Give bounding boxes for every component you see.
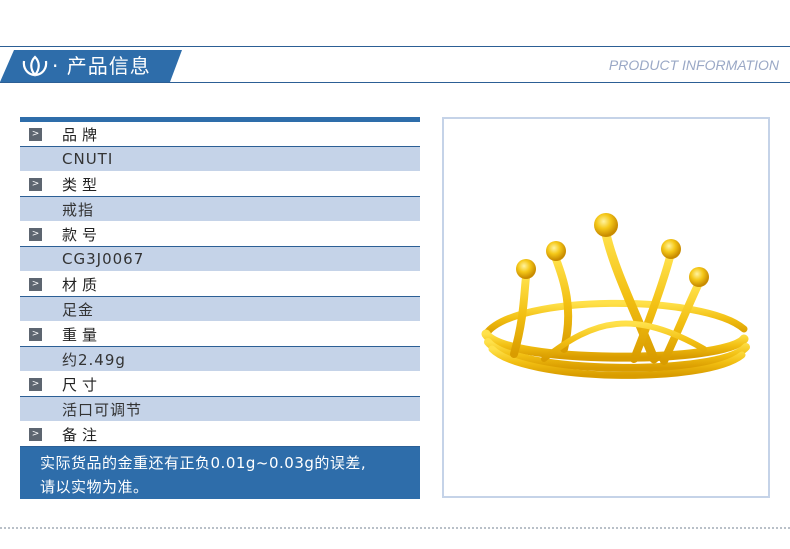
table-row-size-value: 活口可调节 <box>20 397 420 422</box>
note-line: 请以实物为准。 <box>40 478 149 496</box>
table-row-model-value: CG3J0067 <box>20 247 420 272</box>
row-label: 材质 <box>62 275 103 294</box>
section-title: · 产品信息 <box>52 54 151 78</box>
table-row-brand-value: CNUTI <box>20 147 420 172</box>
note-line: 实际货品的金重还有正负0.01g~0.03g的误差, <box>40 454 367 472</box>
product-info-table: > 品牌 CNUTI > 类型 戒指 > 款号 CG3J0067 > 材质 足金… <box>20 117 420 499</box>
row-label: 类型 <box>62 175 103 194</box>
section-title-english: PRODUCT INFORMATION <box>608 57 779 73</box>
note-text-block: 实际货品的金重还有正负0.01g~0.03g的误差, 请以实物为准。 <box>20 447 420 499</box>
row-value: 约2.49g <box>62 350 126 369</box>
header-top-rule <box>0 46 790 47</box>
row-value: 戒指 <box>62 200 95 219</box>
row-value: 活口可调节 <box>62 400 143 419</box>
lotus-logo-icon <box>22 55 48 77</box>
row-label: 品牌 <box>62 125 103 144</box>
row-value: CNUTI <box>62 150 114 168</box>
table-row-type-label: > 类型 <box>20 172 420 197</box>
table-row-note-label: > 备注 <box>20 422 420 447</box>
row-label: 尺寸 <box>62 375 103 394</box>
table-row-brand-label: > 品牌 <box>20 122 420 147</box>
bullet-icon: > <box>29 177 42 191</box>
header-bottom-rule <box>0 82 790 83</box>
table-row-material-label: > 材质 <box>20 272 420 297</box>
table-row-type-value: 戒指 <box>20 197 420 222</box>
gold-crown-ring-image <box>481 213 750 379</box>
bullet-icon: > <box>29 127 42 141</box>
table-row-material-value: 足金 <box>20 297 420 322</box>
row-label: 重量 <box>62 325 103 344</box>
footer-dotted-divider <box>0 527 790 529</box>
table-row-size-label: > 尺寸 <box>20 372 420 397</box>
row-label: 款号 <box>62 225 103 244</box>
row-value: CG3J0067 <box>62 250 145 268</box>
bullet-icon: > <box>29 227 42 241</box>
bullet-icon: > <box>29 277 42 291</box>
bullet-icon: > <box>29 327 42 341</box>
table-row-model-label: > 款号 <box>20 222 420 247</box>
bullet-icon: > <box>29 427 42 441</box>
bullet-icon: > <box>29 377 42 391</box>
product-image-frame <box>442 117 770 498</box>
table-row-weight-label: > 重量 <box>20 322 420 347</box>
row-value: 足金 <box>62 300 95 319</box>
table-row-weight-value: 约2.49g <box>20 347 420 372</box>
row-label: 备注 <box>62 425 103 444</box>
